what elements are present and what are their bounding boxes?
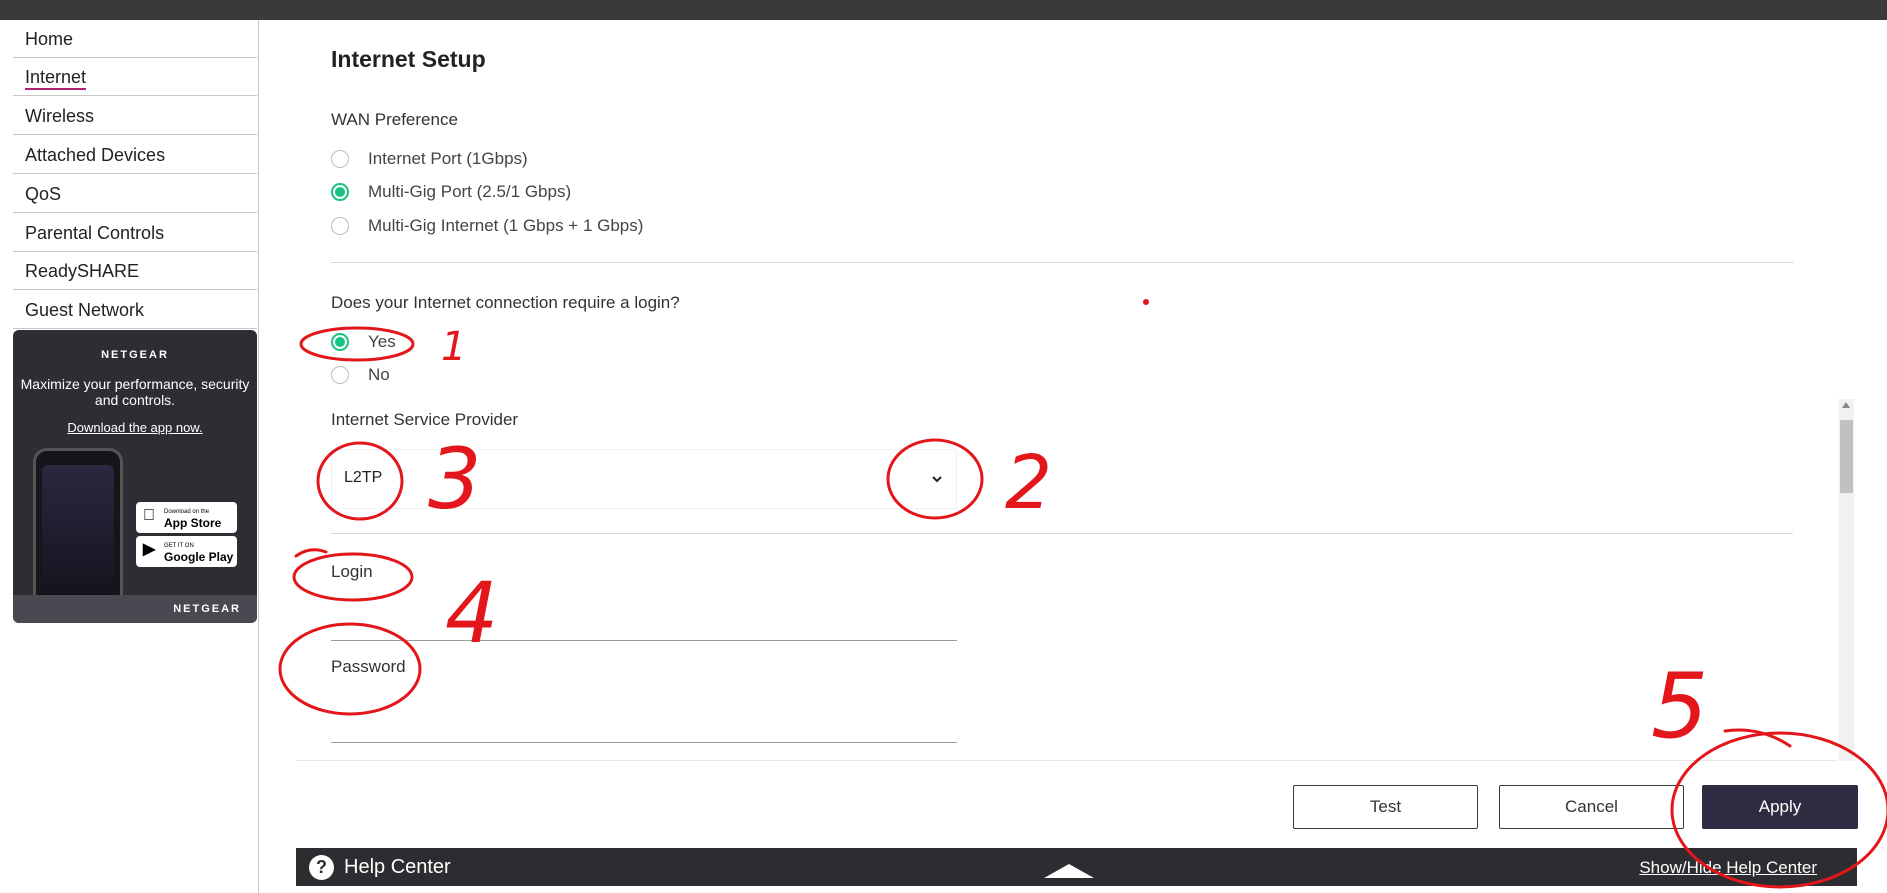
password-input[interactable]: [331, 705, 961, 741]
login-required-label: Does your Internet connection require a …: [331, 293, 680, 312]
isp-label: Internet Service Provider: [331, 410, 519, 429]
wan-preference-label: WAN Preference: [331, 110, 458, 129]
phone-screen: [42, 465, 114, 615]
login-label: Login: [331, 562, 373, 581]
annotation-number-5: 5: [1651, 654, 1708, 759]
sidebar-item-home[interactable]: Home: [13, 20, 257, 58]
app-store-label: App Store: [164, 516, 222, 530]
login-input-underline: [331, 640, 957, 641]
divider: [331, 533, 1793, 534]
annotation-dot: [1143, 299, 1149, 305]
sidebar-item-guest-network[interactable]: Guest Network: [13, 291, 257, 329]
radio-label: Internet Port (1Gbps): [368, 149, 528, 168]
annotation-stroke: [1723, 728, 1792, 748]
sidebar-item-label: Parental Controls: [25, 223, 165, 243]
isp-select[interactable]: L2TP: [331, 449, 957, 509]
sidebar-item-readyshare[interactable]: ReadySHARE: [13, 252, 257, 290]
sidebar-item-label: Wireless: [25, 106, 95, 126]
google-play-icon: ▶: [143, 541, 156, 558]
show-hide-help-center-link[interactable]: Show/Hide Help Center: [1639, 858, 1817, 878]
annotation-number-2: 2: [1005, 440, 1052, 526]
page-title: Internet Setup: [331, 46, 486, 72]
radio-button[interactable]: [331, 217, 349, 235]
annotation-number-1: 1: [441, 324, 466, 370]
apply-button[interactable]: Apply: [1702, 785, 1858, 829]
sidebar-item-label: Home: [25, 29, 74, 49]
sidebar-item-wireless[interactable]: Wireless: [13, 97, 257, 135]
login-input[interactable]: [331, 604, 961, 640]
divider: [331, 262, 1794, 263]
sidebar-item-label: ReadySHARE: [25, 261, 140, 281]
password-input-underline: [331, 742, 957, 743]
top-bar: [0, 0, 1887, 20]
apple-icon: : [143, 508, 155, 524]
app-promo-banner: NETGEAR Maximize your performance, secur…: [13, 330, 257, 623]
app-store-button[interactable]:  Download on the App Store: [136, 502, 237, 533]
help-center-bar: ? Help Center Show/Hide Help Center: [296, 848, 1857, 886]
sidebar-item-label: Attached Devices: [25, 145, 166, 165]
sidebar-item-attached-devices[interactable]: Attached Devices: [13, 136, 257, 174]
sidebar-item-label: Internet: [25, 67, 87, 90]
sidebar-item-label: Guest Network: [25, 300, 145, 320]
download-app-link[interactable]: Download the app now.: [13, 420, 257, 435]
expand-up-arrow-icon[interactable]: [1044, 864, 1094, 878]
annotation-stroke: [294, 548, 328, 558]
sidebar-item-label: QoS: [25, 184, 62, 204]
netgear-logo: NETGEAR: [101, 349, 169, 361]
help-icon[interactable]: ?: [309, 855, 334, 880]
chevron-down-icon: [932, 476, 942, 483]
isp-select-value: L2TP: [344, 469, 383, 486]
promo-text: Maximize your performance, security and …: [20, 376, 250, 408]
radio-button[interactable]: [331, 366, 349, 384]
promo-footer: NETGEAR: [13, 595, 257, 623]
sidebar-item-internet[interactable]: Internet: [13, 58, 257, 96]
sidebar-item-qos[interactable]: QoS: [13, 175, 257, 213]
test-button[interactable]: Test: [1293, 785, 1478, 829]
help-center-label[interactable]: Help Center: [344, 856, 451, 879]
google-play-label: Google Play: [164, 550, 234, 564]
scroll-up-arrow-icon[interactable]: [1842, 402, 1850, 408]
annotation-circle-yes: [299, 326, 415, 362]
cancel-button[interactable]: Cancel: [1499, 785, 1684, 829]
content-bottom-border: [296, 760, 1837, 761]
scrollbar[interactable]: [1839, 399, 1854, 761]
scrollbar-thumb[interactable]: [1840, 420, 1853, 493]
radio-label: Multi-Gig Port (2.5/1 Gbps): [368, 182, 572, 201]
radio-button-checked[interactable]: [331, 183, 349, 201]
google-play-button[interactable]: ▶ GET IT ON Google Play: [136, 536, 237, 567]
radio-label: No: [368, 365, 390, 384]
radio-button[interactable]: [331, 150, 349, 168]
password-label: Password: [331, 657, 406, 676]
radio-button-checked[interactable]: [331, 333, 349, 351]
netgear-footer-logo: NETGEAR: [173, 603, 241, 615]
radio-label: Multi-Gig Internet (1 Gbps + 1 Gbps): [368, 216, 644, 235]
radio-label: Yes: [368, 332, 396, 351]
sidebar-item-parental-controls[interactable]: Parental Controls: [13, 214, 257, 252]
